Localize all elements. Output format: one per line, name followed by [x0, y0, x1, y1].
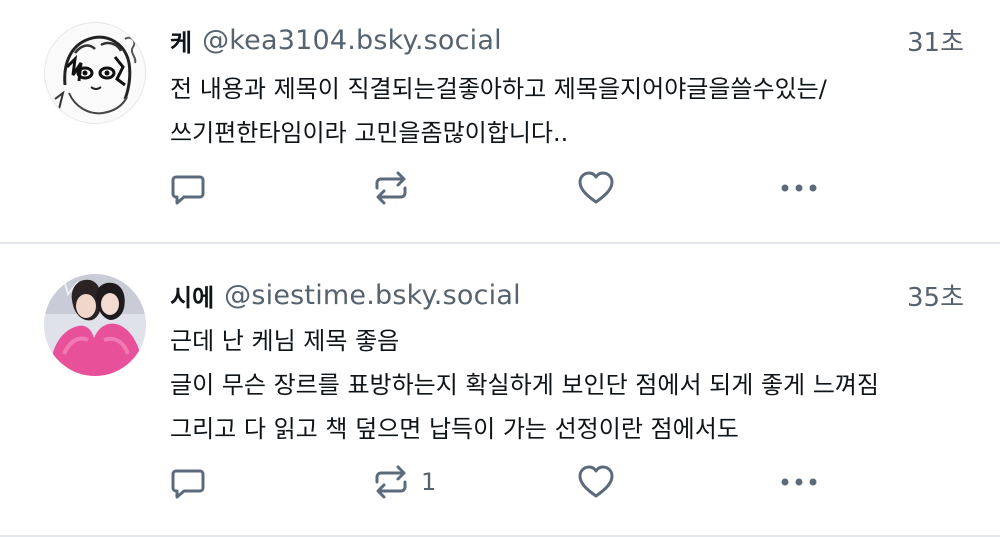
heart-icon — [578, 171, 614, 204]
repost-icon — [375, 465, 407, 499]
post-text-line: 글이 무슨 장르를 표방하는지 확실하게 보인단 점에서 되게 좋게 느껴짐 — [170, 371, 879, 399]
post-item[interactable]: 케 @kea3104.bsky.social 31초 전 내용과 제목이 직결되… — [0, 0, 1000, 243]
repost-count: 1 — [421, 468, 437, 496]
heart-icon — [578, 465, 614, 498]
more-options-button[interactable] — [777, 168, 825, 208]
avatar[interactable] — [44, 274, 146, 376]
more-icon — [781, 184, 817, 192]
post-actions — [0, 168, 1000, 208]
repost-icon — [375, 171, 407, 205]
reply-button[interactable] — [168, 168, 208, 208]
user-handle[interactable]: @siestime.bsky.social — [224, 280, 521, 311]
post-header: 시에 @siestime.bsky.social 35초 — [170, 277, 964, 313]
more-icon — [781, 478, 817, 486]
post-text-line: 전 내용과 제목이 직결되는걸좋아하고 제목을지어야글을쓸수있는/ — [170, 75, 827, 103]
reply-icon — [171, 469, 205, 499]
reply-icon — [171, 175, 205, 205]
avatar-drawing-icon — [45, 23, 145, 123]
reply-button[interactable] — [168, 462, 208, 502]
more-options-button[interactable] — [777, 462, 825, 502]
like-button[interactable] — [576, 168, 616, 208]
post-feed: 케 @kea3104.bsky.social 31초 전 내용과 제목이 직결되… — [0, 0, 1000, 537]
post-item[interactable]: 시에 @siestime.bsky.social 35초 근데 난 케님 제목 … — [0, 243, 1000, 537]
post-text-line: 쓰기편한타임이라 고민을좀많이합니다.. — [170, 119, 569, 147]
avatar[interactable] — [44, 22, 146, 124]
display-name[interactable]: 케 — [170, 23, 192, 58]
post-text: 전 내용과 제목이 직결되는걸좋아하고 제목을지어야글을쓸수있는/ 쓰기편한타임… — [170, 67, 964, 155]
user-handle[interactable]: @kea3104.bsky.social — [202, 25, 502, 56]
like-button[interactable] — [576, 462, 616, 502]
repost-button[interactable]: 1 — [371, 462, 436, 502]
post-timestamp[interactable]: 35초 — [907, 277, 964, 314]
post-text: 근데 난 케님 제목 좋음 글이 무슨 장르를 표방하는지 확실하게 보인단 점… — [170, 319, 964, 451]
post-text-line: 근데 난 케님 제목 좋음 — [170, 327, 400, 355]
post-actions: 1 — [0, 462, 1000, 502]
avatar-photo-icon — [44, 274, 146, 376]
display-name[interactable]: 시에 — [170, 278, 214, 313]
repost-button[interactable] — [371, 168, 421, 208]
post-header: 케 @kea3104.bsky.social 31초 — [170, 22, 964, 58]
post-text-line: 그리고 다 읽고 책 덮으면 납득이 가는 선정이란 점에서도 — [170, 415, 739, 443]
post-timestamp[interactable]: 31초 — [907, 22, 964, 59]
